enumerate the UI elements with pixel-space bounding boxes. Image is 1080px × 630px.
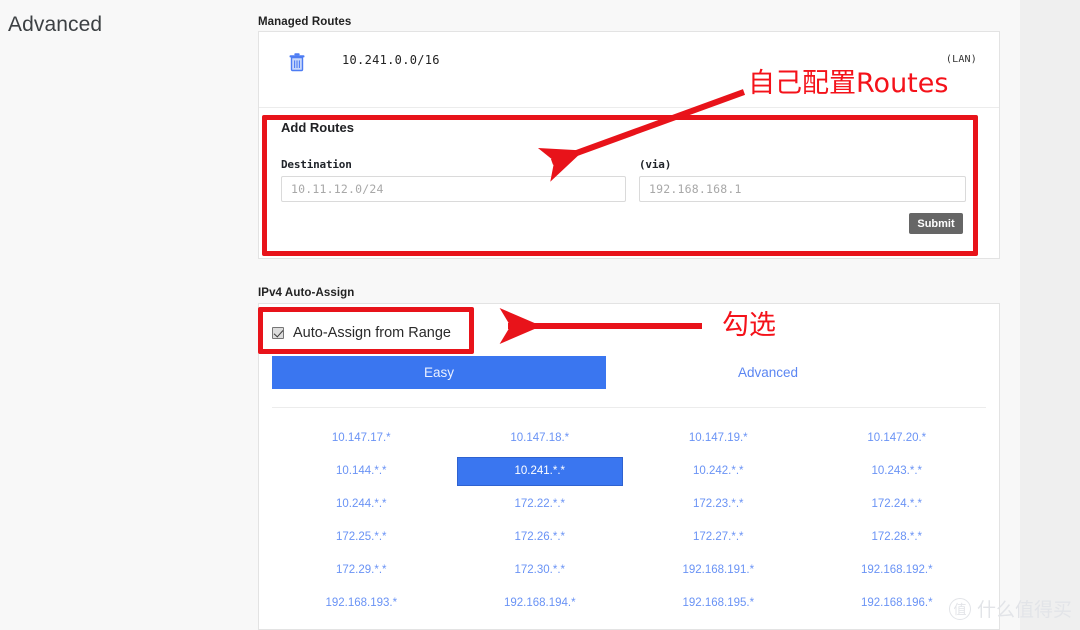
ip-range-cell[interactable]: 192.168.192.* [808,554,987,586]
ip-range-cell[interactable]: 172.23.*.* [629,488,808,520]
ip-range-cell[interactable]: 10.147.19.* [629,422,808,454]
ip-range-cell[interactable]: 10.243.*.* [808,455,987,487]
via-label: (via) [639,158,672,171]
managed-routes-card: 10.241.0.0/16 (LAN) Add Routes Destinati… [258,31,1000,259]
watermark-text: 什么值得买 [976,599,1072,621]
ip-range-cell[interactable]: 172.29.*.* [272,554,451,586]
auto-assign-checkbox-row[interactable]: Auto-Assign from Range [272,325,451,341]
ip-range-cell[interactable]: 192.168.194.* [451,587,630,619]
left-rail: Advanced [0,0,250,630]
ipv4-auto-assign-label: IPv4 Auto-Assign [258,287,355,299]
auto-assign-checkbox[interactable] [272,327,284,339]
ip-range-cell[interactable]: 172.30.*.* [451,554,630,586]
ip-range-cell[interactable]: 172.26.*.* [451,521,630,553]
watermark-logo-icon: 值 [948,597,971,620]
tab-easy[interactable]: Easy [272,356,606,389]
trash-icon[interactable] [288,52,306,72]
ip-range-cell[interactable]: 172.28.*.* [808,521,987,553]
ipv4-auto-assign-card: Auto-Assign from Range Easy Advanced 10.… [258,303,1000,630]
mode-tabs: Easy Advanced [272,356,986,389]
tab-divider [272,407,986,408]
managed-routes-label: Managed Routes [258,16,352,28]
app-root: Advanced Managed Routes 10.241.0.0/16 (L… [0,0,1080,630]
table-row: 10.241.0.0/16 (LAN) [259,32,999,108]
ip-range-cell[interactable]: 10.147.20.* [808,422,987,454]
ip-range-cell[interactable]: 10.144.*.* [272,455,451,487]
add-routes-block: Add Routes Destination (via) Submit [259,108,999,260]
via-input[interactable] [639,176,966,202]
ip-range-cell[interactable]: 10.242.*.* [629,455,808,487]
destination-input[interactable] [281,176,626,202]
page-title: Advanced [8,13,103,36]
ip-range-cell[interactable]: 172.22.*.* [451,488,630,520]
main-content: Managed Routes 10.241.0.0/16 (LAN) Add R… [250,0,1020,630]
submit-button[interactable]: Submit [909,213,963,234]
ip-range-cell[interactable]: 192.168.195.* [629,587,808,619]
right-gutter [1020,0,1080,630]
add-routes-title: Add Routes [281,120,354,135]
ip-range-cell[interactable]: 172.25.*.* [272,521,451,553]
route-via-label: (LAN) [945,54,977,65]
ip-range-cell[interactable]: 10.147.18.* [451,422,630,454]
ip-range-grid: 10.147.17.* 10.147.18.* 10.147.19.* 10.147.… [272,422,986,619]
route-cidr: 10.241.0.0/16 [342,53,440,67]
tab-advanced[interactable]: Advanced [708,356,828,389]
ip-range-cell[interactable]: 172.27.*.* [629,521,808,553]
ip-range-cell[interactable]: 192.168.193.* [272,587,451,619]
auto-assign-checkbox-label: Auto-Assign from Range [293,325,451,341]
ip-range-cell[interactable]: 10.244.*.* [272,488,451,520]
watermark: 值 什么值得买 [948,595,1072,622]
ip-range-cell[interactable]: 172.24.*.* [808,488,987,520]
ip-range-cell[interactable]: 192.168.191.* [629,554,808,586]
destination-label: Destination [281,158,352,171]
ip-range-cell-selected[interactable]: 10.241.*.* [456,456,623,486]
ip-range-cell[interactable]: 10.147.17.* [272,422,451,454]
